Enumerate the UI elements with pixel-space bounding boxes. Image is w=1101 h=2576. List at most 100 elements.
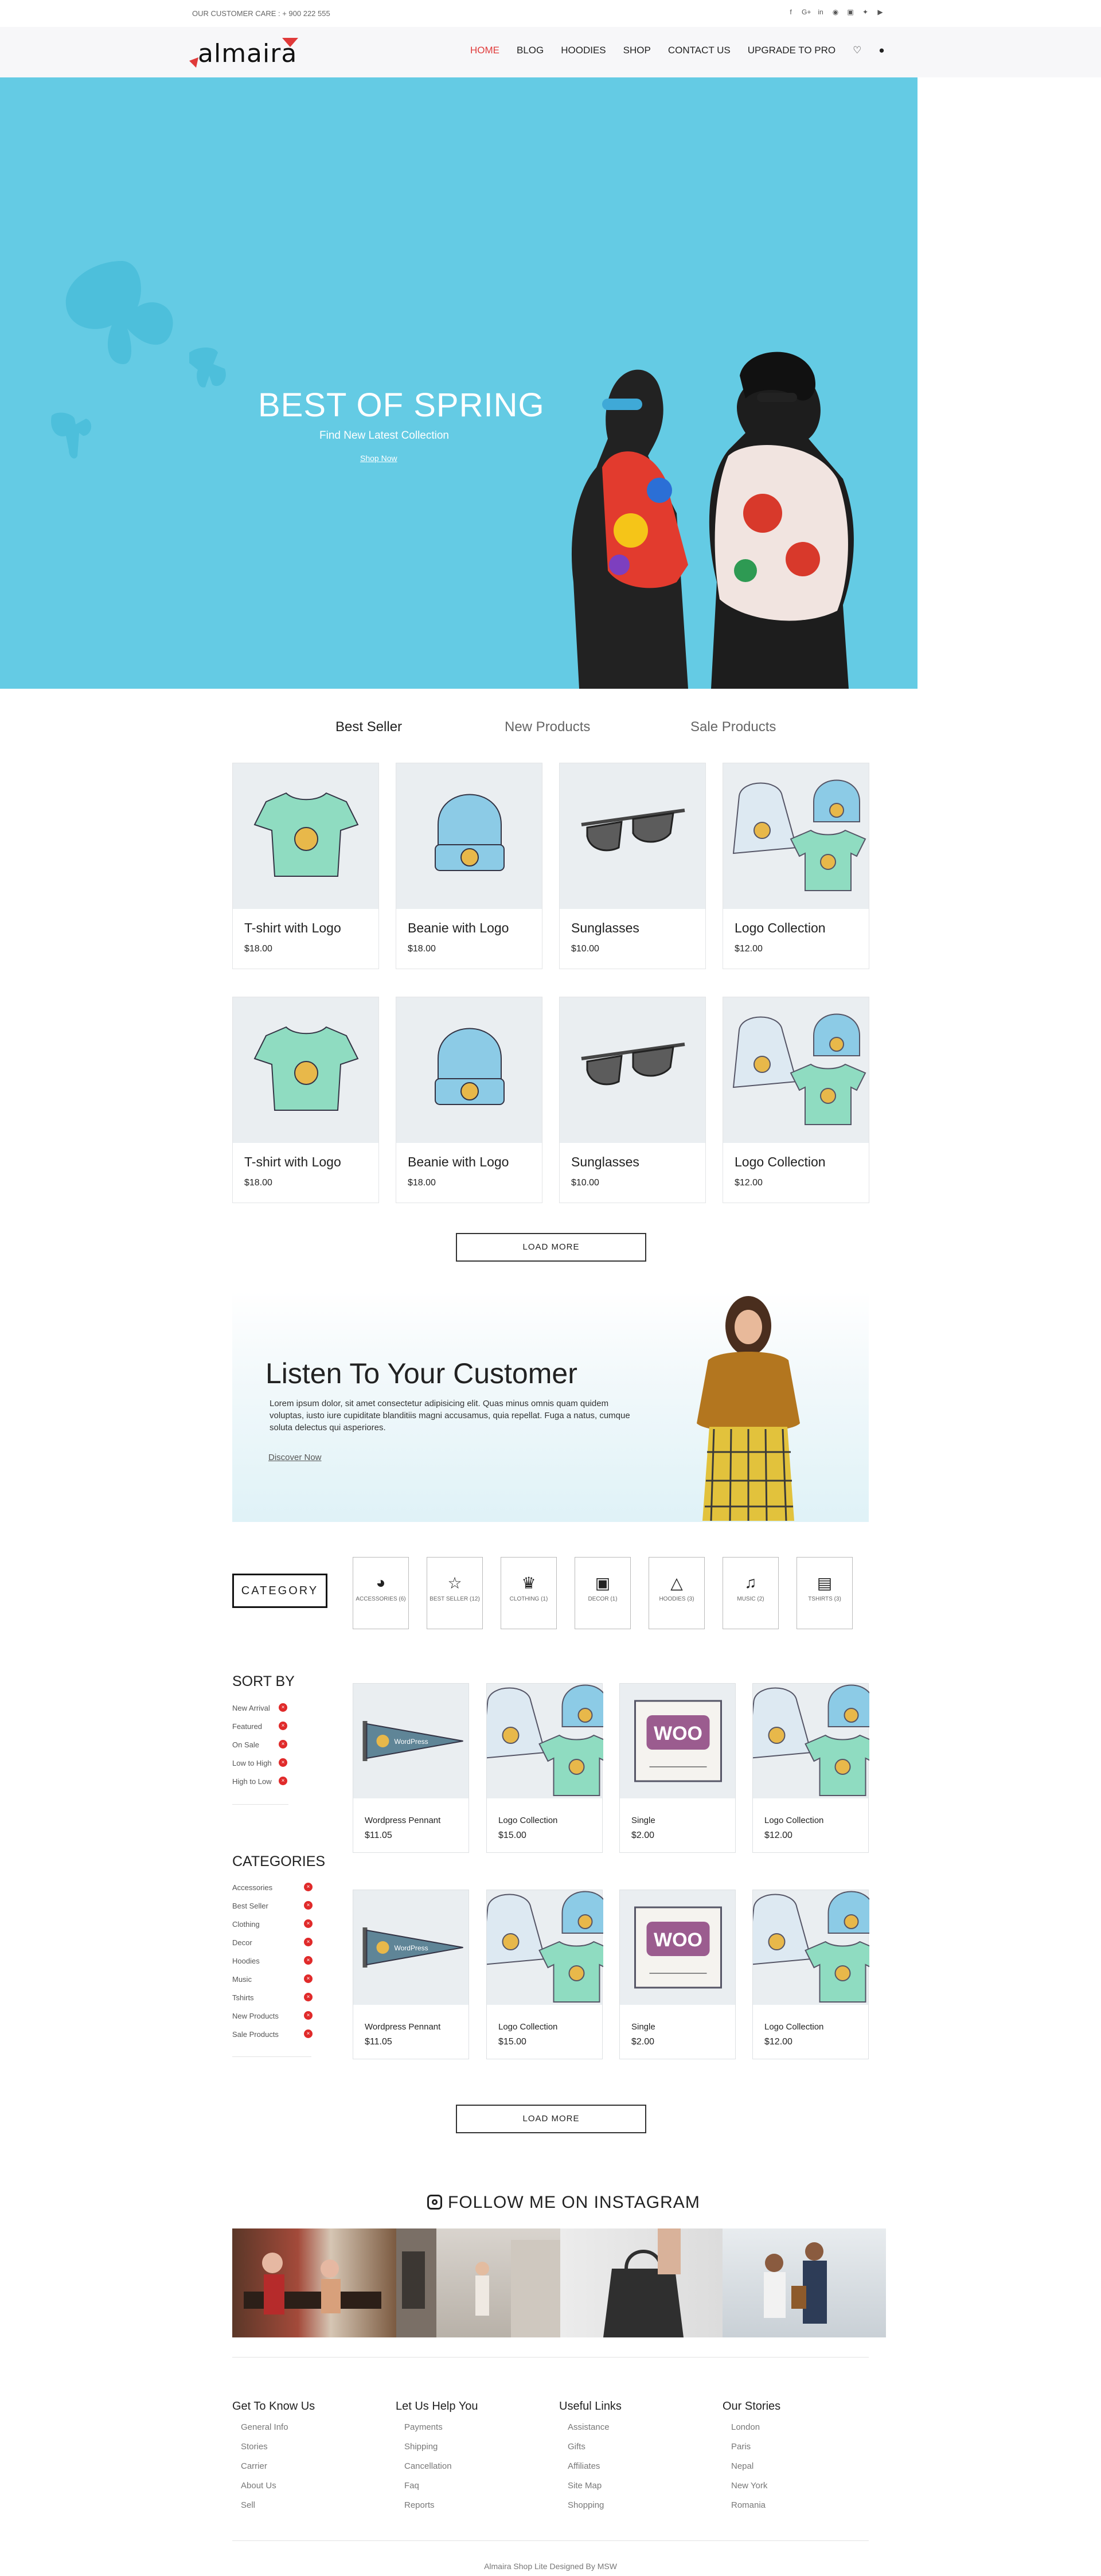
load-more-button[interactable]: LOAD MORE — [456, 1233, 646, 1262]
product-name[interactable]: T-shirt with Logo — [244, 1154, 341, 1170]
product-name[interactable]: Beanie with Logo — [408, 1154, 509, 1170]
sidebar-filter-link[interactable]: Clothing — [232, 1920, 260, 1929]
footer-link[interactable]: Cancellation — [404, 2461, 452, 2471]
footer-link[interactable]: Shopping — [568, 2500, 604, 2510]
product-name[interactable]: Single — [631, 2022, 655, 2032]
sidebar-filter-link[interactable]: Best Seller — [232, 1902, 268, 1910]
load-more-button-shop[interactable]: LOAD MORE — [456, 2105, 646, 2133]
sidebar-filter-link[interactable]: Accessories — [232, 1883, 272, 1892]
twitter-icon[interactable]: ✦ — [861, 8, 869, 16]
category-item[interactable]: ▣ DECOR (1) — [575, 1557, 631, 1629]
category-item[interactable]: ♫ MUSIC (2) — [723, 1557, 779, 1629]
instagram-photo-4[interactable] — [723, 2228, 886, 2337]
product-name[interactable]: Sunglasses — [571, 1154, 639, 1170]
product-image[interactable] — [747, 1890, 881, 2005]
product-card[interactable]: T-shirt with Logo $18.00 — [232, 997, 379, 1203]
filter-close-icon[interactable]: × — [304, 1919, 313, 1928]
product-card[interactable]: Sunglasses $10.00 — [559, 763, 706, 969]
product-card[interactable]: T-shirt with Logo $18.00 — [232, 763, 379, 969]
product-image[interactable]: WordPress — [353, 1890, 468, 2005]
sidebar-filter-link[interactable]: High to Low — [232, 1777, 272, 1786]
category-item[interactable]: ♛ CLOTHING (1) — [501, 1557, 557, 1629]
facebook-icon[interactable]: f — [787, 8, 795, 16]
product-name[interactable]: Logo Collection — [498, 1816, 557, 1825]
shop-product-card[interactable]: Logo Collection $12.00 — [747, 1890, 881, 2059]
sidebar-filter-link[interactable]: Featured — [232, 1722, 262, 1731]
product-name[interactable]: Sunglasses — [571, 920, 639, 936]
product-name[interactable]: Logo Collection — [764, 2022, 823, 2032]
product-name[interactable]: Single — [631, 1816, 655, 1825]
sidebar-filter-link[interactable]: Tshirts — [232, 1993, 254, 2002]
product-image[interactable] — [233, 997, 378, 1143]
filter-close-icon[interactable]: × — [304, 2029, 313, 2038]
product-name[interactable]: Wordpress Pennant — [365, 1816, 440, 1825]
product-image[interactable] — [723, 763, 869, 909]
category-button[interactable]: CATEGORY — [232, 1574, 327, 1608]
filter-close-icon[interactable]: × — [279, 1722, 287, 1730]
product-image[interactable] — [481, 1890, 615, 2005]
sidebar-filter-link[interactable]: Hoodies — [232, 1957, 260, 1965]
product-image[interactable]: WOO — [620, 1890, 735, 2005]
footer-link[interactable]: Romania — [731, 2500, 766, 2510]
footer-link[interactable]: Faq — [404, 2481, 419, 2491]
category-item[interactable]: △ HOODIES (3) — [649, 1557, 705, 1629]
nav-item-contact[interactable]: CONTACT US — [668, 45, 731, 56]
google-plus-icon[interactable]: G+ — [802, 8, 811, 16]
tab-new-products[interactable]: New Products — [505, 719, 590, 735]
logo-text[interactable]: almaira — [198, 39, 297, 68]
pinterest-icon[interactable]: ◉ — [831, 8, 840, 16]
nav-item-shop[interactable]: SHOP — [623, 45, 651, 56]
footer-link[interactable]: Stories — [241, 2442, 268, 2452]
sidebar-filter-link[interactable]: Sale Products — [232, 2030, 279, 2039]
product-name[interactable]: Beanie with Logo — [408, 920, 509, 936]
product-image[interactable] — [747, 1684, 881, 1798]
footer-link[interactable]: Sell — [241, 2500, 255, 2510]
footer-link[interactable]: Nepal — [731, 2461, 753, 2471]
heart-icon[interactable]: ♡ — [853, 45, 861, 56]
product-card[interactable]: Beanie with Logo $18.00 — [396, 997, 542, 1203]
product-card[interactable]: Beanie with Logo $18.00 — [396, 763, 542, 969]
nav-item-hoodies[interactable]: HOODIES — [561, 45, 606, 56]
product-name[interactable]: Logo Collection — [764, 1816, 823, 1825]
product-card[interactable]: Logo Collection $12.00 — [723, 997, 869, 1203]
product-name[interactable]: Logo Collection — [498, 2022, 557, 2032]
product-image[interactable] — [396, 997, 542, 1143]
sidebar-filter-link[interactable]: Decor — [232, 1938, 252, 1947]
product-image[interactable] — [396, 763, 542, 909]
category-item[interactable]: ☆ BEST SELLER (12) — [427, 1557, 483, 1629]
promo-discover-link[interactable]: Discover Now — [268, 1453, 322, 1462]
footer-link[interactable]: Gifts — [568, 2442, 585, 2452]
tab-best-seller[interactable]: Best Seller — [335, 719, 402, 735]
footer-link[interactable]: Carrier — [241, 2461, 267, 2471]
filter-close-icon[interactable]: × — [279, 1777, 287, 1785]
product-image[interactable]: WordPress — [353, 1684, 468, 1798]
filter-close-icon[interactable]: × — [304, 1901, 313, 1910]
shop-product-card[interactable]: Logo Collection $12.00 — [747, 1683, 881, 1853]
product-name[interactable]: Logo Collection — [735, 1154, 826, 1170]
footer-link[interactable]: General Info — [241, 2422, 288, 2432]
product-name[interactable]: Logo Collection — [735, 920, 826, 936]
filter-close-icon[interactable]: × — [279, 1740, 287, 1748]
footer-link[interactable]: Affiliates — [568, 2461, 600, 2471]
filter-close-icon[interactable]: × — [279, 1758, 287, 1767]
instagram-icon[interactable]: ▣ — [846, 8, 854, 16]
footer-link[interactable]: Assistance — [568, 2422, 610, 2432]
nav-item-upgrade[interactable]: UPGRADE TO PRO — [748, 45, 835, 56]
user-icon[interactable]: ● — [879, 45, 884, 56]
hero-shop-now-link[interactable]: Shop Now — [360, 454, 397, 463]
linkedin-icon[interactable]: in — [817, 8, 825, 16]
product-image[interactable] — [560, 997, 705, 1143]
footer-link[interactable]: About Us — [241, 2481, 276, 2491]
product-image[interactable] — [233, 763, 378, 909]
product-name[interactable]: T-shirt with Logo — [244, 920, 341, 936]
product-image[interactable] — [723, 997, 869, 1143]
sidebar-filter-link[interactable]: New Products — [232, 2012, 279, 2020]
tab-sale-products[interactable]: Sale Products — [690, 719, 776, 735]
nav-item-home[interactable]: HOME — [470, 45, 499, 56]
sidebar-filter-link[interactable]: New Arrival — [232, 1704, 270, 1712]
sidebar-filter-link[interactable]: On Sale — [232, 1740, 259, 1749]
product-card[interactable]: Sunglasses $10.00 — [559, 997, 706, 1203]
footer-link[interactable]: Site Map — [568, 2481, 602, 2491]
filter-close-icon[interactable]: × — [304, 1974, 313, 1983]
footer-link[interactable]: Shipping — [404, 2442, 438, 2452]
